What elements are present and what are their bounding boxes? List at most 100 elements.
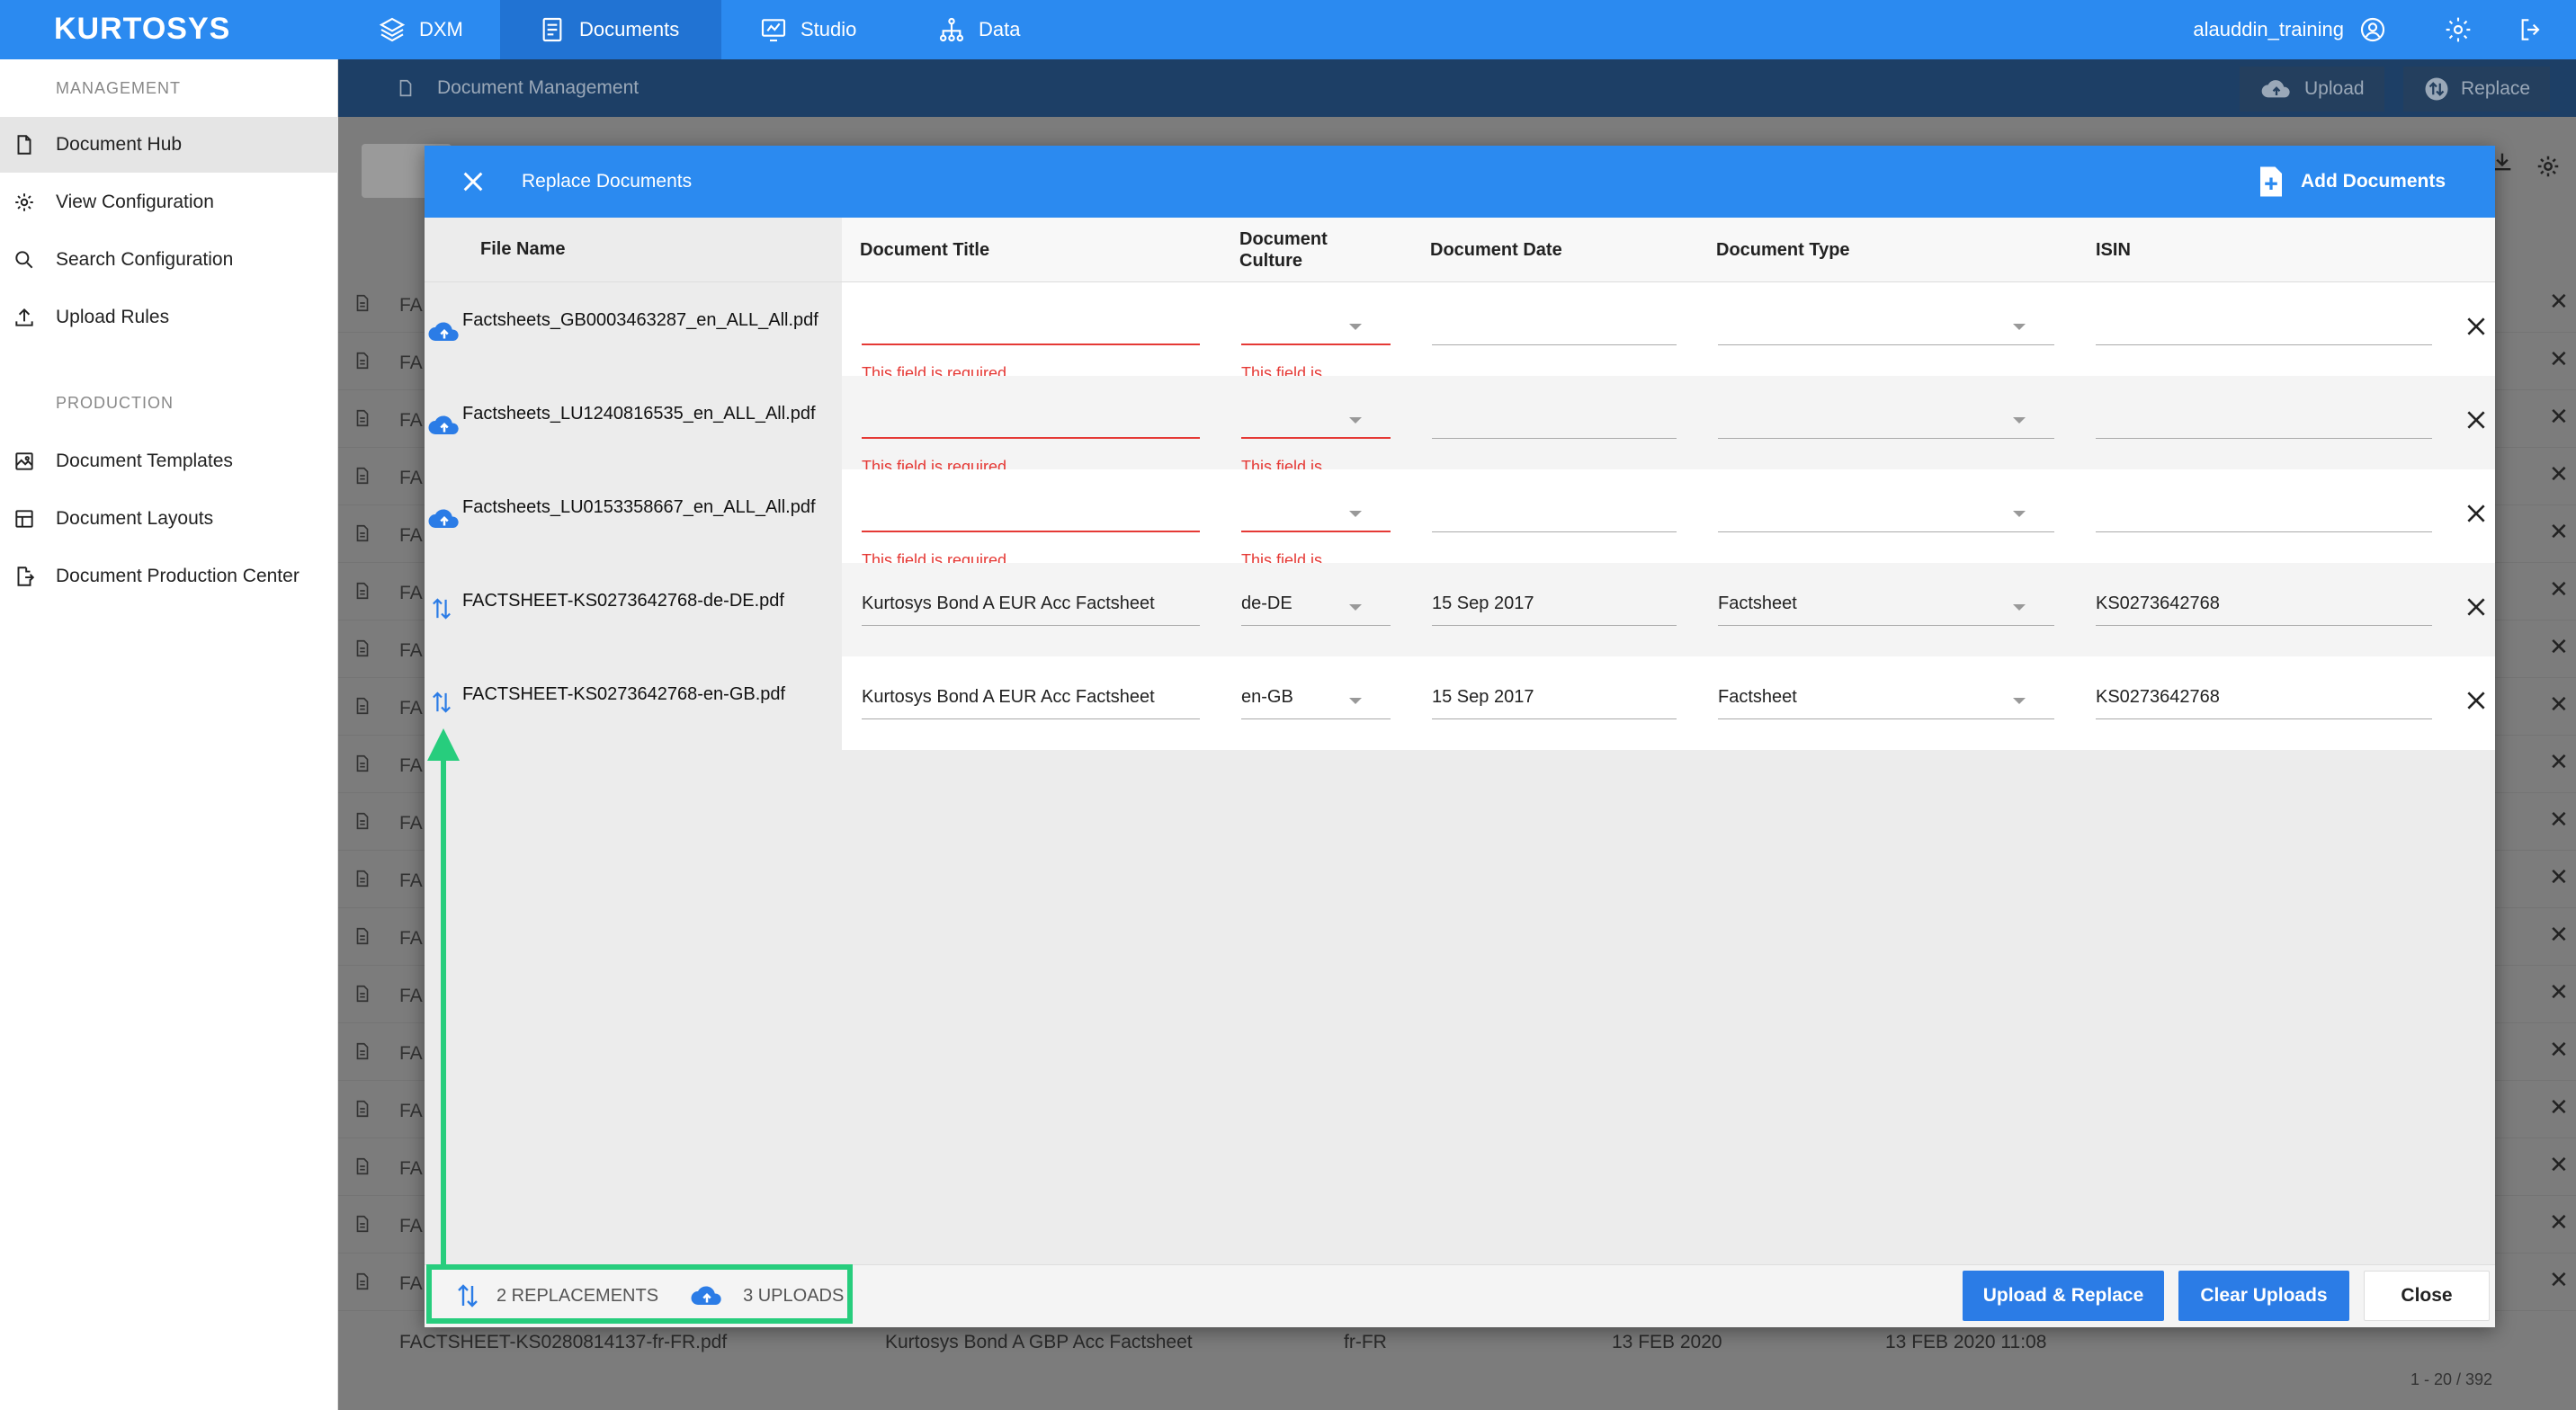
select-document-culture[interactable]: de-DE bbox=[1241, 583, 1391, 626]
cell-file-name: FA bbox=[399, 755, 423, 776]
cloud-upload-icon bbox=[2261, 80, 2290, 98]
nav-item-studio[interactable]: Studio bbox=[721, 0, 894, 59]
remove-row-icon[interactable]: ✕ bbox=[2549, 345, 2569, 373]
nav-item-documents[interactable]: Documents bbox=[500, 0, 721, 59]
sidebar-item-view-configuration[interactable]: View Configuration bbox=[0, 174, 338, 230]
cell-file-name: FA bbox=[399, 352, 423, 373]
image-icon bbox=[15, 452, 33, 470]
sidebar-item-document-production-center[interactable]: Document Production Center bbox=[0, 549, 338, 604]
input-document-date[interactable]: 15 Sep 2017 bbox=[1432, 676, 1677, 719]
add-documents-button[interactable]: Add Documents bbox=[2258, 164, 2446, 200]
input-document-title[interactable] bbox=[862, 396, 1200, 439]
select-document-culture[interactable]: en-GB bbox=[1241, 676, 1391, 719]
input-isin[interactable]: KS0273642768 bbox=[2096, 676, 2432, 719]
select-document-type[interactable]: Factsheet bbox=[1718, 676, 2054, 719]
nav-item-dxm[interactable]: DXM bbox=[340, 0, 501, 59]
remove-row-icon[interactable]: ✕ bbox=[2549, 1093, 2569, 1121]
document-icon bbox=[356, 1100, 369, 1118]
remove-row-icon[interactable]: ✕ bbox=[2549, 288, 2569, 316]
document-icon bbox=[356, 812, 369, 830]
close-button[interactable]: Close bbox=[2364, 1271, 2490, 1321]
input-isin[interactable] bbox=[2096, 489, 2432, 532]
sidebar-item-label: Document Templates bbox=[56, 451, 233, 471]
cell-date: 13 FEB 2020 bbox=[1612, 1332, 1722, 1352]
remove-row-icon[interactable]: ✕ bbox=[2549, 518, 2569, 546]
user-circle-icon bbox=[2360, 17, 2385, 42]
cell-modified: 13 FEB 2020 11:08 bbox=[1885, 1332, 2047, 1352]
remove-row-icon[interactable]: ✕ bbox=[2549, 403, 2569, 431]
remove-row-icon[interactable]: ✕ bbox=[2549, 921, 2569, 949]
nav-item-label: Documents bbox=[579, 18, 680, 40]
chevron-down-icon bbox=[1349, 604, 1362, 611]
field-value: KS0273642768 bbox=[2096, 687, 2220, 707]
remove-row-icon[interactable]: ✕ bbox=[2549, 806, 2569, 834]
cloud-upload-icon bbox=[428, 509, 459, 528]
remove-row-icon[interactable]: ✕ bbox=[2549, 460, 2569, 488]
input-document-title[interactable]: Kurtosys Bond A EUR Acc Factsheet bbox=[862, 583, 1200, 626]
kurtosys-logo[interactable]: KURTOSYS bbox=[54, 9, 230, 49]
clear-uploads-button[interactable]: Clear Uploads bbox=[2178, 1271, 2349, 1321]
sidebar-item-label: Document Layouts bbox=[56, 508, 214, 529]
select-document-culture[interactable] bbox=[1241, 396, 1391, 439]
input-document-date[interactable] bbox=[1432, 302, 1677, 345]
nav-item-data[interactable]: Data bbox=[899, 0, 1058, 59]
document-export-icon bbox=[17, 567, 35, 586]
field-value: 15 Sep 2017 bbox=[1432, 593, 1534, 613]
select-document-culture[interactable] bbox=[1241, 302, 1391, 345]
upload-replace-button[interactable]: Upload & Replace bbox=[1963, 1271, 2164, 1321]
field-value: KS0273642768 bbox=[2096, 593, 2220, 613]
remove-document-icon[interactable] bbox=[2464, 315, 2488, 338]
remove-row-icon[interactable]: ✕ bbox=[2549, 576, 2569, 603]
close-icon[interactable] bbox=[459, 167, 487, 196]
sidebar-item-label: View Configuration bbox=[56, 192, 214, 212]
replace-button[interactable]: Replace bbox=[2403, 67, 2551, 112]
sidebar-item-search-configuration[interactable]: Search Configuration bbox=[0, 232, 338, 288]
remove-row-icon[interactable]: ✕ bbox=[2549, 978, 2569, 1006]
layout-icon bbox=[15, 510, 33, 528]
select-document-type[interactable]: Factsheet bbox=[1718, 583, 2054, 626]
remove-row-icon[interactable]: ✕ bbox=[2549, 863, 2569, 891]
sidebar-item-document-layouts[interactable]: Document Layouts bbox=[0, 491, 338, 547]
input-document-date[interactable] bbox=[1432, 396, 1677, 439]
remove-document-icon[interactable] bbox=[2464, 408, 2488, 432]
cell-file-name: FA bbox=[399, 698, 423, 718]
field-value: 15 Sep 2017 bbox=[1432, 687, 1534, 707]
remove-document-icon[interactable] bbox=[2464, 689, 2488, 712]
chevron-down-icon bbox=[1349, 698, 1362, 704]
select-document-type[interactable] bbox=[1718, 396, 2054, 439]
input-document-title[interactable] bbox=[862, 302, 1200, 345]
remove-row-icon[interactable]: ✕ bbox=[2549, 1266, 2569, 1294]
sidebar-section-production: PRODUCTION bbox=[56, 394, 174, 412]
remove-document-icon[interactable] bbox=[2464, 502, 2488, 525]
input-document-title[interactable] bbox=[862, 489, 1200, 532]
select-document-type[interactable] bbox=[1718, 302, 2054, 345]
remove-row-icon[interactable]: ✕ bbox=[2549, 691, 2569, 718]
remove-row-icon[interactable]: ✕ bbox=[2549, 748, 2569, 776]
gear-icon[interactable] bbox=[2535, 153, 2562, 180]
sidebar-item-document-hub[interactable]: Document Hub bbox=[0, 117, 338, 173]
input-isin[interactable]: KS0273642768 bbox=[2096, 583, 2432, 626]
input-document-date[interactable] bbox=[1432, 489, 1677, 532]
remove-row-icon[interactable]: ✕ bbox=[2549, 633, 2569, 661]
sidebar-item-document-templates[interactable]: Document Templates bbox=[0, 433, 338, 489]
input-document-date[interactable]: 15 Sep 2017 bbox=[1432, 583, 1677, 626]
input-document-title[interactable]: Kurtosys Bond A EUR Acc Factsheet bbox=[862, 676, 1200, 719]
input-isin[interactable] bbox=[2096, 396, 2432, 439]
remove-row-icon[interactable]: ✕ bbox=[2549, 1209, 2569, 1236]
column-header-isin: ISIN bbox=[2096, 240, 2131, 260]
logout-icon[interactable] bbox=[2517, 15, 2545, 44]
select-document-type[interactable] bbox=[1718, 489, 2054, 532]
upload-button[interactable]: Upload bbox=[2240, 67, 2384, 112]
cell-file-name: FA bbox=[399, 813, 423, 834]
input-isin[interactable] bbox=[2096, 302, 2432, 345]
user-menu[interactable]: alauddin_training bbox=[2193, 0, 2387, 59]
remove-row-icon[interactable]: ✕ bbox=[2549, 1151, 2569, 1179]
sidebar-item-upload-rules[interactable]: Upload Rules bbox=[0, 290, 338, 345]
upload-button-label: Upload bbox=[2304, 78, 2365, 99]
remove-document-icon[interactable] bbox=[2464, 595, 2488, 619]
gear-icon[interactable] bbox=[2444, 15, 2473, 44]
remove-row-icon[interactable]: ✕ bbox=[2549, 1036, 2569, 1064]
pagination-info: 1 - 20 / 392 bbox=[2411, 1370, 2493, 1388]
file-name: Factsheets_LU0153358667_en_ALL_All.pdf bbox=[462, 497, 816, 517]
select-document-culture[interactable] bbox=[1241, 489, 1391, 532]
